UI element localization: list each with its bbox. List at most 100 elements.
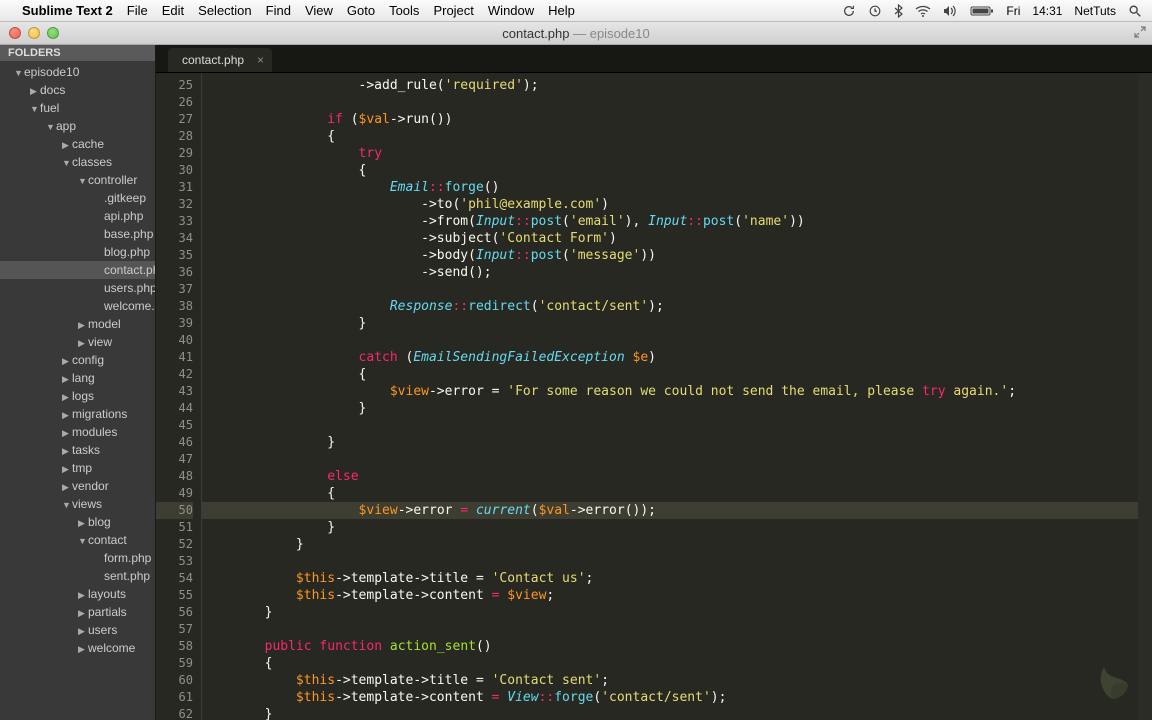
line-number: 30 bbox=[156, 162, 193, 179]
tree-folder[interactable]: ▶vendor bbox=[0, 477, 155, 495]
tree-folder[interactable]: ▶lang bbox=[0, 369, 155, 387]
tree-file[interactable]: ▶base.php bbox=[0, 225, 155, 243]
tree-folder[interactable]: ▶tasks bbox=[0, 441, 155, 459]
code-line: $view->error = 'For some reason we could… bbox=[202, 383, 1152, 400]
code-line: ->from(Input::post('email'), Input::post… bbox=[202, 213, 1152, 230]
tree-folder[interactable]: ▼classes bbox=[0, 153, 155, 171]
tree-folder[interactable]: ▶cache bbox=[0, 135, 155, 153]
tree-file[interactable]: ▶form.php bbox=[0, 549, 155, 567]
folder-tree: ▼episode10▶docs▼fuel▼app▶cache▼classes▼c… bbox=[0, 61, 155, 657]
tree-folder[interactable]: ▶users bbox=[0, 621, 155, 639]
disclosure-closed-icon: ▶ bbox=[78, 590, 88, 601]
disclosure-closed-icon: ▶ bbox=[30, 86, 40, 97]
tree-file[interactable]: ▶api.php bbox=[0, 207, 155, 225]
window-expand-icon[interactable] bbox=[1134, 26, 1146, 41]
tree-label: fuel bbox=[40, 101, 59, 115]
tree-folder[interactable]: ▶layouts bbox=[0, 585, 155, 603]
code-editor[interactable]: 2526272829303132333435363738394041424344… bbox=[156, 73, 1152, 720]
bluetooth-icon[interactable] bbox=[894, 4, 903, 18]
menu-project[interactable]: Project bbox=[433, 3, 473, 18]
code-line: Response::redirect('contact/sent'); bbox=[202, 298, 1152, 315]
tree-file[interactable]: ▶.gitkeep bbox=[0, 189, 155, 207]
tree-label: blog bbox=[88, 515, 111, 529]
tree-label: episode10 bbox=[24, 65, 79, 79]
menu-goto[interactable]: Goto bbox=[347, 3, 375, 18]
line-number: 54 bbox=[156, 570, 193, 587]
code-line: $this->template->title = 'Contact us'; bbox=[202, 570, 1152, 587]
menu-help[interactable]: Help bbox=[548, 3, 575, 18]
line-number: 27 bbox=[156, 111, 193, 128]
tree-folder[interactable]: ▶partials bbox=[0, 603, 155, 621]
code-line: ->send(); bbox=[202, 264, 1152, 281]
window-title-sep: — bbox=[569, 26, 589, 41]
tab-close-icon[interactable]: × bbox=[257, 53, 264, 67]
disclosure-closed-icon: ▶ bbox=[62, 356, 72, 367]
code-line: catch (EmailSendingFailedException $e) bbox=[202, 349, 1152, 366]
tree-folder[interactable]: ▶model bbox=[0, 315, 155, 333]
minimap[interactable] bbox=[1138, 73, 1152, 720]
tree-folder[interactable]: ▶blog bbox=[0, 513, 155, 531]
menu-find[interactable]: Find bbox=[266, 3, 291, 18]
tree-folder[interactable]: ▼controller bbox=[0, 171, 155, 189]
disclosure-closed-icon: ▶ bbox=[62, 392, 72, 403]
tree-folder[interactable]: ▶modules bbox=[0, 423, 155, 441]
tree-folder[interactable]: ▼episode10 bbox=[0, 63, 155, 81]
tree-file[interactable]: ▶sent.php bbox=[0, 567, 155, 585]
tree-folder[interactable]: ▶logs bbox=[0, 387, 155, 405]
tree-folder[interactable]: ▶tmp bbox=[0, 459, 155, 477]
line-number: 41 bbox=[156, 349, 193, 366]
battery-icon[interactable] bbox=[970, 5, 994, 17]
tree-folder[interactable]: ▶migrations bbox=[0, 405, 155, 423]
code-line: public function action_sent() bbox=[202, 638, 1152, 655]
menu-window[interactable]: Window bbox=[488, 3, 534, 18]
disclosure-open-icon: ▼ bbox=[14, 68, 24, 78]
tree-label: partials bbox=[88, 605, 127, 619]
tree-folder[interactable]: ▶config bbox=[0, 351, 155, 369]
tree-folder[interactable]: ▼contact bbox=[0, 531, 155, 549]
code-line bbox=[202, 553, 1152, 570]
sync-icon[interactable] bbox=[842, 4, 856, 18]
menubar-nettuts[interactable]: NetTuts bbox=[1074, 4, 1116, 18]
line-number: 61 bbox=[156, 689, 193, 706]
window-title-file: contact.php bbox=[502, 26, 569, 41]
disclosure-closed-icon: ▶ bbox=[62, 428, 72, 439]
menu-view[interactable]: View bbox=[305, 3, 333, 18]
code-line: } bbox=[202, 536, 1152, 553]
tree-folder[interactable]: ▶welcome bbox=[0, 639, 155, 657]
app-name[interactable]: Sublime Text 2 bbox=[22, 3, 113, 18]
tree-file[interactable]: ▶welcome.php bbox=[0, 297, 155, 315]
disclosure-closed-icon: ▶ bbox=[78, 626, 88, 637]
menu-file[interactable]: File bbox=[127, 3, 148, 18]
clock-day[interactable]: Fri bbox=[1006, 4, 1020, 18]
line-number: 49 bbox=[156, 485, 193, 502]
tree-folder[interactable]: ▼app bbox=[0, 117, 155, 135]
tree-folder[interactable]: ▼fuel bbox=[0, 99, 155, 117]
clock-time[interactable]: 14:31 bbox=[1032, 4, 1062, 18]
code-line: } bbox=[202, 315, 1152, 332]
tab-contact-php[interactable]: contact.php × bbox=[168, 48, 272, 72]
disclosure-open-icon: ▼ bbox=[46, 122, 56, 132]
tree-folder[interactable]: ▼views bbox=[0, 495, 155, 513]
code-line: $this->template->content = View::forge('… bbox=[202, 689, 1152, 706]
menu-edit[interactable]: Edit bbox=[162, 3, 184, 18]
code-text[interactable]: ->add_rule('required'); if ($val->run())… bbox=[202, 73, 1152, 720]
wifi-icon[interactable] bbox=[915, 5, 931, 17]
tree-folder[interactable]: ▶view bbox=[0, 333, 155, 351]
disclosure-closed-icon: ▶ bbox=[78, 338, 88, 349]
menu-tools[interactable]: Tools bbox=[389, 3, 419, 18]
tree-folder[interactable]: ▶docs bbox=[0, 81, 155, 99]
disclosure-closed-icon: ▶ bbox=[78, 320, 88, 331]
line-number: 43 bbox=[156, 383, 193, 400]
code-line: } bbox=[202, 519, 1152, 536]
line-number: 48 bbox=[156, 468, 193, 485]
spotlight-icon[interactable] bbox=[1128, 4, 1142, 18]
tree-file[interactable]: ▶users.php bbox=[0, 279, 155, 297]
menu-selection[interactable]: Selection bbox=[198, 3, 251, 18]
volume-icon[interactable] bbox=[943, 5, 958, 17]
tree-label: controller bbox=[88, 173, 137, 187]
code-line bbox=[202, 332, 1152, 349]
tree-file[interactable]: ▶blog.php bbox=[0, 243, 155, 261]
time-machine-icon[interactable] bbox=[868, 4, 882, 18]
tree-file[interactable]: ▶contact.php bbox=[0, 261, 155, 279]
tree-label: docs bbox=[40, 83, 65, 97]
